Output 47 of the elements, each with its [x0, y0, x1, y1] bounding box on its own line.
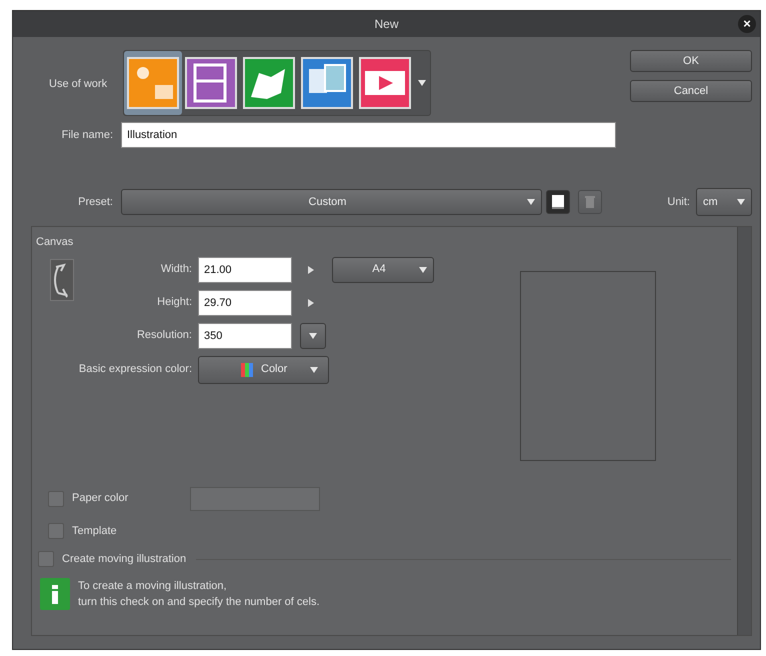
use-of-work-label: Use of work	[49, 77, 108, 92]
trash-icon	[585, 194, 595, 209]
value-field[interactable]: 350	[198, 322, 292, 348]
size-preset-dropdown[interactable]: A4	[332, 256, 434, 282]
info-text: To create a moving illustration,	[78, 578, 228, 594]
caret-icon	[310, 366, 318, 372]
value-field[interactable]: 29.70	[198, 290, 292, 316]
window-title: New	[374, 16, 398, 33]
field-label: Height:	[156, 295, 192, 310]
dialog-button[interactable]: Cancel	[630, 80, 752, 102]
field-label: Basic expression color:	[78, 362, 192, 378]
info-icon	[40, 578, 70, 610]
save-preset-button[interactable]	[546, 190, 570, 214]
checkbox[interactable]	[48, 522, 64, 539]
dropdown-button[interactable]	[300, 322, 326, 348]
delete-preset-button[interactable]	[578, 190, 602, 214]
caret-icon	[527, 199, 535, 205]
arrow-icon[interactable]	[308, 298, 314, 306]
caret-icon	[419, 266, 427, 272]
field-label: Width:	[160, 262, 192, 278]
close-button[interactable]: ×	[738, 15, 756, 33]
moving-illustration-label: Create moving illustration	[62, 552, 186, 567]
caret-icon[interactable]	[418, 80, 426, 86]
caret-icon	[737, 199, 745, 205]
page-icon	[551, 194, 565, 210]
caret-icon	[309, 332, 317, 338]
dialog-button[interactable]: OK	[630, 50, 752, 72]
info-text: turn this check on and specify the number of cels.	[78, 595, 320, 610]
file-name-field[interactable]: Illustration	[121, 122, 616, 148]
checkbox[interactable]	[38, 551, 54, 568]
preset-label: Preset:	[77, 194, 113, 210]
swap-orientation-icon[interactable]	[50, 258, 74, 300]
expression-color-dropdown[interactable]: Color	[198, 356, 329, 384]
canvas-title: Canvas	[36, 235, 74, 250]
preset-dropdown[interactable]: Custom	[121, 189, 542, 215]
checkbox[interactable]	[48, 490, 64, 506]
color-icon	[241, 362, 253, 376]
unit-dropdown[interactable]: cm	[696, 188, 752, 216]
template-label: Template	[72, 524, 117, 538]
value-field[interactable]: 21.00	[198, 256, 292, 282]
file-name-label: File name:	[60, 128, 113, 143]
field-label: Resolution:	[136, 328, 192, 344]
paper-color-swatch[interactable]	[190, 486, 320, 510]
scroll-bar[interactable]	[737, 227, 751, 635]
paper-color-label: Paper color	[72, 491, 130, 506]
unit-label: Unit:	[667, 194, 690, 210]
arrow-icon[interactable]	[308, 266, 314, 274]
